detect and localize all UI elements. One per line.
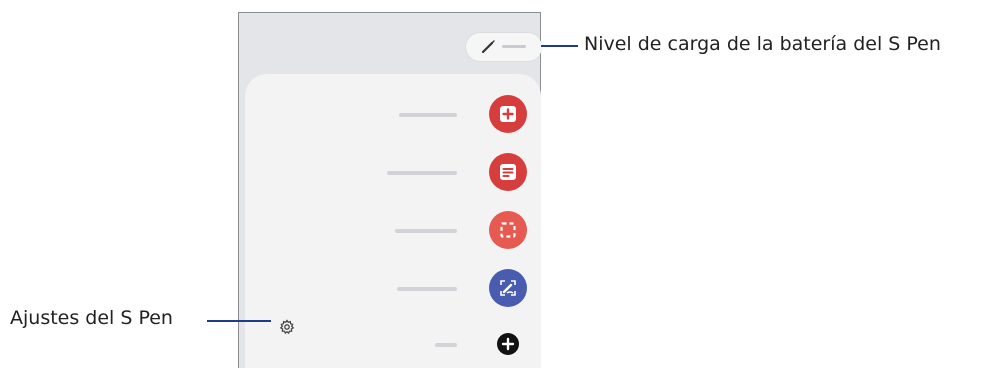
create-note-label (399, 113, 457, 117)
screen-write-icon[interactable] (489, 269, 527, 307)
view-notes-label (387, 171, 457, 175)
menu-item-smart-select[interactable] (245, 209, 541, 253)
battery-callout-label: Nivel de carga de la batería del S Pen (584, 33, 941, 55)
add-note-icon[interactable] (489, 95, 527, 133)
menu-item-view-all-notes[interactable] (245, 151, 541, 195)
page: Nivel de carga de la batería del S Pen A… (0, 0, 994, 368)
battery-callout-line (541, 45, 578, 47)
screen-write-label (397, 287, 457, 291)
s-pen-battery-indicator (466, 33, 542, 61)
add-label (435, 343, 457, 347)
smart-select-label (395, 229, 457, 233)
menu-item-screen-write[interactable] (245, 267, 541, 311)
settings-callout-line (207, 320, 271, 322)
settings-callout-label: Ajustes del S Pen (10, 307, 173, 329)
smart-select-icon[interactable] (489, 211, 527, 249)
plus-circle-icon[interactable] (497, 333, 519, 355)
battery-level-text (502, 45, 526, 48)
pen-icon (480, 39, 496, 55)
notes-icon[interactable] (489, 153, 527, 191)
menu-item-create-note[interactable] (245, 93, 541, 137)
gear-icon[interactable] (279, 319, 295, 335)
air-command-screen (238, 12, 542, 368)
air-command-panel (245, 74, 541, 368)
